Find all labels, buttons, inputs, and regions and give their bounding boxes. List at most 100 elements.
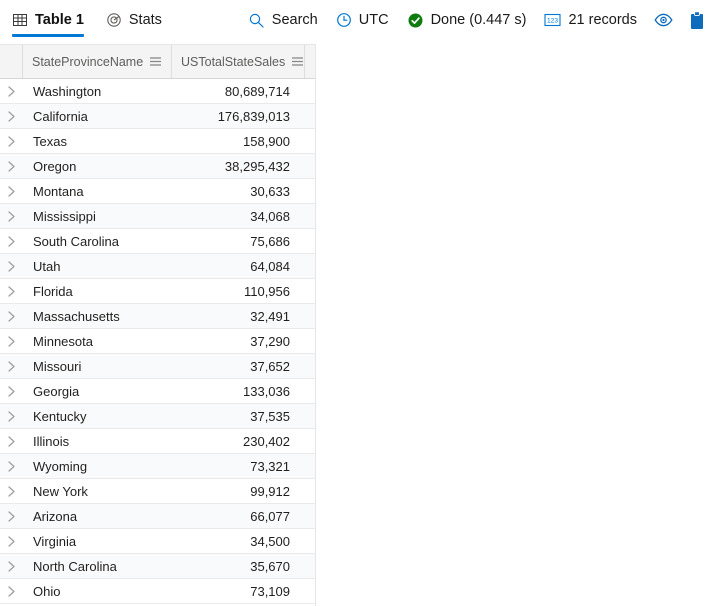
table-row[interactable]: Virginia 34,500 <box>0 529 316 554</box>
chevron-right-icon[interactable] <box>0 185 22 198</box>
chevron-right-icon[interactable] <box>0 135 22 148</box>
table-row[interactable]: Wyoming 73,321 <box>0 454 316 479</box>
table-row[interactable]: New York 99,912 <box>0 479 316 504</box>
cell-ustotalstatesales: 38,295,432 <box>224 158 290 174</box>
tab-table-1[interactable]: Table 1 <box>0 0 94 40</box>
cell-ustotalstatesales: 32,491 <box>250 308 290 324</box>
column-header-label: StateProvinceName <box>32 54 144 69</box>
cell-ustotalstatesales: 34,068 <box>250 208 290 224</box>
chevron-right-icon[interactable] <box>0 285 22 298</box>
table-row[interactable]: Montana 30,633 <box>0 179 316 204</box>
column-header-ustotalstatesales[interactable]: USTotalStateSales <box>171 45 304 78</box>
cell-ustotalstatesales: 158,900 <box>243 133 290 149</box>
chevron-right-icon[interactable] <box>0 485 22 498</box>
table-row[interactable]: Washington 80,689,714 <box>0 79 316 104</box>
chevron-right-icon[interactable] <box>0 510 22 523</box>
cell-stateprovincename: Virginia <box>33 533 77 549</box>
cell-stateprovincename: Minnesota <box>33 333 93 349</box>
cell-stateprovincename: Florida <box>33 283 73 299</box>
cell-ustotalstatesales: 30,633 <box>250 183 290 199</box>
cell-ustotalstatesales: 37,290 <box>250 333 290 349</box>
cell-stateprovincename: Massachusetts <box>33 308 120 324</box>
cell-ustotalstatesales: 73,109 <box>250 583 290 599</box>
table-row[interactable]: South Carolina 75,686 <box>0 229 316 254</box>
tab-table-1-label: Table 1 <box>35 12 84 28</box>
toolbar-left-group: Table 1 Stats <box>0 0 172 40</box>
results-grid: StateProvinceName USTotalStateSales Wash… <box>0 44 316 604</box>
cell-ustotalstatesales: 35,670 <box>250 558 290 574</box>
search-label: Search <box>271 12 318 28</box>
tab-stats[interactable]: Stats <box>94 0 172 40</box>
results-toolbar: Table 1 Stats Search UTC Done (0.447 s) … <box>0 0 724 40</box>
search-button[interactable]: Search <box>239 0 327 40</box>
svg-text:123: 123 <box>547 18 558 25</box>
timezone-button[interactable]: UTC <box>327 0 398 40</box>
column-header-stateprovincename[interactable]: StateProvinceName <box>22 45 171 78</box>
query-status: Done (0.447 s) <box>398 0 536 40</box>
cell-stateprovincename: Ohio <box>33 583 61 599</box>
table-row[interactable]: Minnesota 37,290 <box>0 329 316 354</box>
table-row[interactable]: Georgia 133,036 <box>0 379 316 404</box>
cell-ustotalstatesales: 230,402 <box>243 433 290 449</box>
chevron-right-icon[interactable] <box>0 560 22 573</box>
chevron-right-icon[interactable] <box>0 535 22 548</box>
cell-stateprovincename: New York <box>33 483 88 499</box>
cell-stateprovincename: Georgia <box>33 383 80 399</box>
table-row[interactable]: Utah 64,084 <box>0 254 316 279</box>
cell-stateprovincename: California <box>33 108 88 124</box>
cell-ustotalstatesales: 176,839,013 <box>217 108 290 124</box>
chevron-right-icon[interactable] <box>0 260 22 273</box>
cell-stateprovincename: Washington <box>33 83 102 99</box>
column-menu-icon[interactable] <box>149 56 162 67</box>
cell-stateprovincename: Wyoming <box>33 458 88 474</box>
table-row[interactable]: Florida 110,956 <box>0 279 316 304</box>
preview-toggle-button[interactable] <box>646 0 680 40</box>
chevron-right-icon[interactable] <box>0 410 22 423</box>
copy-to-clipboard-button[interactable] <box>680 0 714 40</box>
cell-ustotalstatesales: 37,535 <box>250 408 290 424</box>
table-row[interactable]: Illinois 230,402 <box>0 429 316 454</box>
cell-stateprovincename: Utah <box>33 258 61 274</box>
chevron-right-icon[interactable] <box>0 435 22 448</box>
table-row[interactable]: Arizona 66,077 <box>0 504 316 529</box>
column-header-label: USTotalStateSales <box>181 54 286 69</box>
table-row[interactable]: Missouri 37,652 <box>0 354 316 379</box>
cell-ustotalstatesales: 73,321 <box>250 458 290 474</box>
table-row[interactable]: Kentucky 37,535 <box>0 404 316 429</box>
chevron-right-icon[interactable] <box>0 335 22 348</box>
cell-stateprovincename: South Carolina <box>33 233 119 249</box>
cell-stateprovincename: Illinois <box>33 433 70 449</box>
cell-ustotalstatesales: 34,500 <box>250 533 290 549</box>
chevron-right-icon[interactable] <box>0 460 22 473</box>
chevron-right-icon[interactable] <box>0 310 22 323</box>
active-tab-underline <box>12 34 84 37</box>
table-row[interactable]: Texas 158,900 <box>0 129 316 154</box>
numeric-123-icon: 123 <box>544 13 562 27</box>
chevron-right-icon[interactable] <box>0 110 22 123</box>
column-menu-icon[interactable] <box>291 56 304 67</box>
table-row[interactable]: Oregon 38,295,432 <box>0 154 316 179</box>
search-icon <box>248 12 265 29</box>
chevron-right-icon[interactable] <box>0 85 22 98</box>
toolbar-right-group: Search UTC Done (0.447 s) 123 21 records <box>239 0 724 40</box>
grid-body: Washington 80,689,714 California 176,839,01… <box>0 79 316 604</box>
eye-icon <box>653 13 673 27</box>
table-row[interactable]: Ohio 73,109 <box>0 579 316 604</box>
chevron-right-icon[interactable] <box>0 235 22 248</box>
cell-stateprovincename: Mississippi <box>33 208 96 224</box>
table-icon <box>12 12 28 28</box>
table-row[interactable]: Massachusetts 32,491 <box>0 304 316 329</box>
chevron-right-icon[interactable] <box>0 360 22 373</box>
clipboard-icon <box>689 10 705 30</box>
chevron-right-icon[interactable] <box>0 385 22 398</box>
cell-stateprovincename: Texas <box>33 133 67 149</box>
table-row[interactable]: Mississippi 34,068 <box>0 204 316 229</box>
cell-stateprovincename: Missouri <box>33 358 82 374</box>
chevron-right-icon[interactable] <box>0 160 22 173</box>
table-row[interactable]: California 176,839,013 <box>0 104 316 129</box>
chevron-right-icon[interactable] <box>0 585 22 598</box>
grid-header-row: StateProvinceName USTotalStateSales <box>0 44 316 79</box>
table-row[interactable]: North Carolina 35,670 <box>0 554 316 579</box>
chevron-right-icon[interactable] <box>0 210 22 223</box>
cell-stateprovincename: Montana <box>33 183 84 199</box>
